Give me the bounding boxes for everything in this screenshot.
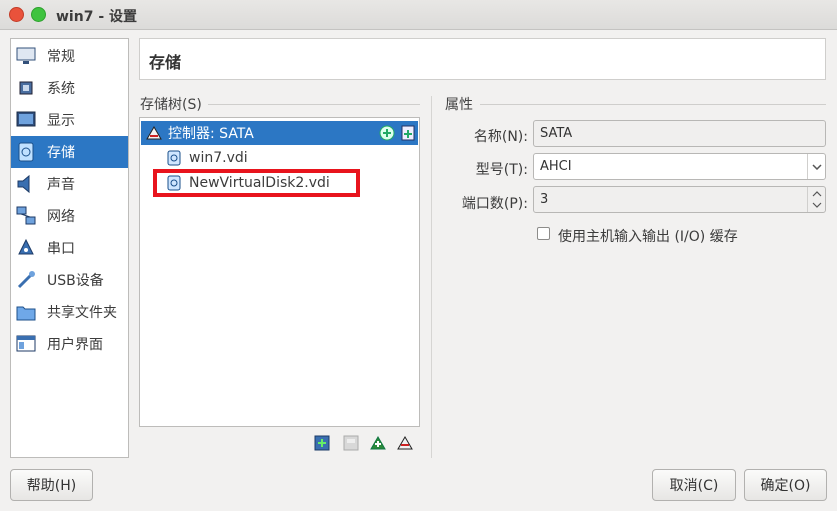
chevron-down-icon: [807, 154, 825, 179]
title-bar: win7 - 设置: [0, 0, 837, 30]
sidebar-item-label: 显示: [47, 113, 75, 129]
port-count-stepper[interactable]: 3: [533, 186, 826, 213]
type-value: AHCI: [540, 159, 572, 174]
type-select[interactable]: AHCI: [533, 153, 826, 180]
sidebar-item-shared-folders[interactable]: 共享文件夹: [11, 296, 128, 328]
port-count-value: 3: [540, 192, 549, 207]
disk-icon: [15, 141, 37, 163]
divider: [208, 104, 420, 105]
host-io-cache-checkbox[interactable]: [537, 227, 550, 240]
add-hard-disk-icon[interactable]: [400, 125, 416, 141]
sidebar-item-display[interactable]: 显示: [11, 104, 128, 136]
window-close-button[interactable]: [9, 7, 24, 22]
sidebar-item-label: 用户界面: [47, 337, 103, 353]
tree-item-controller-sata[interactable]: 控制器: SATA: [141, 121, 418, 145]
sidebar-item-general[interactable]: 常规: [11, 40, 128, 72]
window-minimize-button[interactable]: [31, 7, 46, 22]
storage-tree-label: 存储树(S): [140, 97, 202, 113]
tree-item-label: win7.vdi: [189, 150, 248, 166]
sidebar-item-system[interactable]: 系统: [11, 72, 128, 104]
sidebar-item-usb[interactable]: USB设备: [11, 264, 128, 296]
sidebar-item-label: 存储: [47, 145, 75, 161]
sidebar-item-label: 串口: [47, 241, 75, 257]
sidebar-item-storage[interactable]: 存储: [11, 136, 128, 168]
divider: [480, 104, 826, 105]
add-optical-drive-icon[interactable]: [379, 125, 395, 141]
sidebar-item-serial-ports[interactable]: 串口: [11, 232, 128, 264]
highlight-annotation-box: [153, 169, 360, 197]
serial-port-icon: [15, 237, 37, 259]
monitor-icon: [15, 45, 37, 67]
remove-controller-button[interactable]: [342, 434, 360, 452]
add-controller-button[interactable]: [313, 434, 331, 452]
window-title: win7 - 设置: [56, 9, 137, 25]
storage-tree[interactable]: 控制器: SATA win7.vdi NewVirtualDisk2.vdi: [139, 117, 420, 427]
ok-button[interactable]: 确定(O): [744, 469, 827, 501]
network-icon: [15, 205, 37, 227]
display-icon: [15, 109, 37, 131]
sidebar-item-label: 系统: [47, 81, 75, 97]
remove-attachment-button[interactable]: [396, 434, 414, 452]
tree-item-disk-win7[interactable]: win7.vdi: [141, 146, 418, 170]
add-attachment-button[interactable]: [369, 434, 387, 452]
usb-icon: [15, 269, 37, 291]
page-title: 存储: [149, 53, 182, 72]
settings-sidebar: 常规 系统 显示 存储 声音 网络 串口 USB设备 共享文件夹 用户界面: [10, 38, 129, 458]
sidebar-item-label: 共享文件夹: [47, 305, 117, 321]
chip-icon: [15, 77, 37, 99]
sidebar-item-user-interface[interactable]: 用户界面: [11, 328, 128, 360]
controller-icon: [146, 125, 162, 141]
port-count-label: 端口数(P):: [461, 196, 528, 212]
divider: [431, 96, 432, 458]
tree-item-label: 控制器: SATA: [168, 126, 254, 142]
attributes-label: 属性: [445, 97, 473, 113]
cancel-button[interactable]: 取消(C): [652, 469, 736, 501]
name-label: 名称(N):: [473, 129, 528, 145]
ui-icon: [15, 333, 37, 355]
speaker-icon: [15, 173, 37, 195]
sidebar-item-audio[interactable]: 声音: [11, 168, 128, 200]
folder-icon: [15, 301, 37, 323]
name-value: SATA: [540, 126, 573, 141]
help-button[interactable]: 帮助(H): [10, 469, 93, 501]
spinner-arrows-icon[interactable]: [807, 187, 825, 212]
host-io-cache-label: 使用主机输入输出 (I/O) 缓存: [558, 229, 738, 245]
page-header: 存储: [139, 38, 826, 80]
hard-disk-icon: [166, 150, 182, 166]
type-label: 型号(T):: [475, 162, 528, 178]
sidebar-item-label: 常规: [47, 49, 75, 65]
sidebar-item-network[interactable]: 网络: [11, 200, 128, 232]
name-field[interactable]: SATA: [533, 120, 826, 147]
sidebar-item-label: 声音: [47, 177, 75, 193]
sidebar-item-label: 网络: [47, 209, 75, 225]
sidebar-item-label: USB设备: [47, 273, 104, 289]
